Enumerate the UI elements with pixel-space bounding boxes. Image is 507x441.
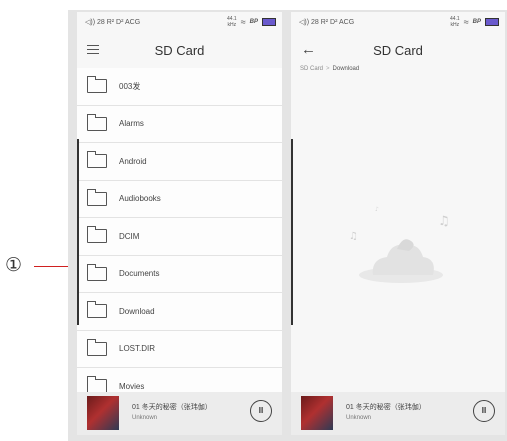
folder-list: 003发 Alarms Android Audiobooks DCIM Docu…	[77, 68, 282, 406]
pause-button[interactable]: II	[473, 400, 495, 422]
status-bar: ◁)) 28 R² D² ACG 44.1 kHz ≈ BP	[77, 12, 282, 34]
folder-name: LOST.DIR	[119, 344, 156, 354]
folder-icon	[87, 263, 107, 281]
folder-name: Documents	[119, 269, 160, 279]
bp-logo: BP	[249, 19, 258, 25]
mini-player[interactable]: 01 冬天的秘密（张玮伽） Unknown II	[291, 392, 505, 435]
breadcrumb: SD Card > Download	[300, 66, 359, 72]
folder-name: Movies	[119, 381, 145, 391]
folder-icon	[87, 113, 107, 131]
folder-icon	[87, 301, 107, 319]
mini-player[interactable]: 01 冬天的秘密（张玮伽） Unknown II	[77, 392, 282, 435]
title-bar: ← SD Card	[291, 34, 505, 68]
folder-item[interactable]: DCIM	[77, 218, 282, 256]
empty-folder-screen: ◁)) 28 R² D² ACG 44.1 kHz ≈ BP ← SD Card…	[291, 12, 505, 435]
page-title: SD Card	[154, 43, 205, 58]
svg-text:♫: ♫	[438, 214, 450, 229]
battery-icon	[262, 18, 276, 26]
title-bar: SD Card	[77, 34, 282, 68]
wifi-icon: ≈	[240, 17, 246, 27]
status-indicators: ◁)) 28 R² D² ACG	[85, 19, 141, 26]
breadcrumb-separator: >	[326, 66, 330, 72]
svg-text:♫: ♫	[349, 231, 358, 242]
callout-marker: ①	[5, 255, 23, 276]
folder-icon	[87, 76, 107, 94]
folder-list-screen: ◁)) 28 R² D² ACG 44.1 kHz ≈ BP SD Card 0…	[77, 12, 282, 435]
folder-item[interactable]: LOST.DIR	[77, 330, 282, 368]
scrollbar[interactable]	[291, 139, 293, 325]
battery-icon	[485, 18, 499, 26]
breadcrumb-root[interactable]: SD Card	[300, 66, 323, 72]
empty-state-illustration: ♫ ♫ ♪	[349, 206, 450, 283]
track-title: 01 冬天的秘密（张玮伽）	[132, 404, 212, 411]
track-artist: Unknown	[132, 415, 158, 421]
folder-item[interactable]: Documents	[77, 255, 282, 293]
folder-name: Audiobooks	[119, 194, 161, 204]
scrollbar[interactable]	[77, 139, 79, 325]
folder-name: 003发	[119, 81, 141, 91]
sample-rate: 44.1 kHz	[449, 16, 460, 28]
wifi-icon: ≈	[463, 17, 469, 27]
track-artist: Unknown	[346, 415, 372, 421]
status-bar: ◁)) 28 R² D² ACG 44.1 kHz ≈ BP	[291, 12, 505, 34]
bp-logo: BP	[472, 19, 481, 25]
folder-name: Android	[119, 156, 147, 166]
folder-item[interactable]: Download	[77, 293, 282, 331]
svg-text:♪: ♪	[375, 206, 379, 213]
folder-icon	[87, 338, 107, 356]
folder-name: Alarms	[119, 119, 144, 129]
folder-item[interactable]: Android	[77, 143, 282, 181]
page-title: SD Card	[373, 43, 423, 58]
sample-rate: 44.1 kHz	[226, 16, 237, 28]
album-art	[301, 396, 333, 430]
folder-item[interactable]: 003发	[77, 68, 282, 106]
status-indicators: ◁)) 28 R² D² ACG	[299, 19, 355, 26]
folder-icon	[87, 151, 107, 169]
folder-item[interactable]: Alarms	[77, 105, 282, 143]
folder-item[interactable]: Audiobooks	[77, 180, 282, 218]
breadcrumb-current: Download	[332, 66, 360, 72]
folder-icon	[87, 188, 107, 206]
track-title: 01 冬天的秘密（张玮伽）	[346, 404, 426, 411]
folder-name: Download	[119, 306, 155, 316]
folder-icon	[87, 226, 107, 244]
folder-name: DCIM	[119, 231, 140, 241]
album-art	[87, 396, 119, 430]
callout-line	[34, 266, 71, 267]
pause-button[interactable]: II	[250, 400, 272, 422]
